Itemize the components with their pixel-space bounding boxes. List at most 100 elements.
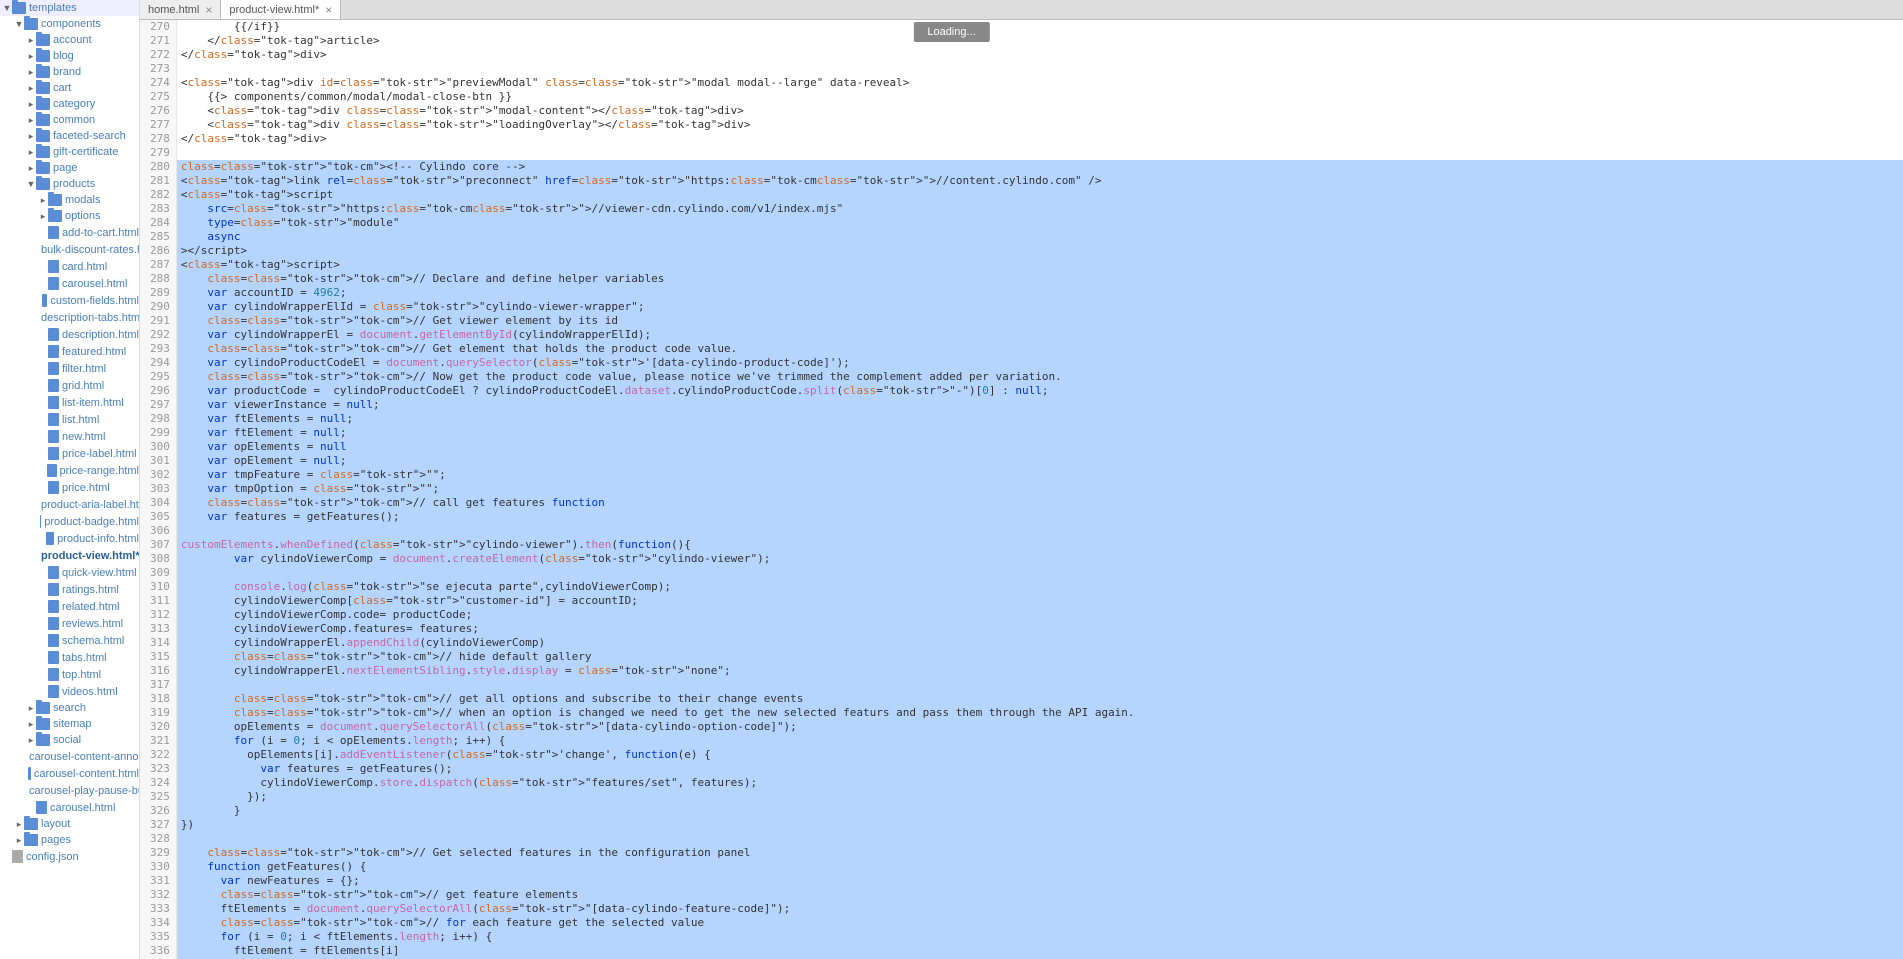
code-line[interactable]: ></​script> — [181, 244, 1903, 258]
code-line[interactable]: type=class="tok-str">"module" — [181, 216, 1903, 230]
code-line[interactable]: var features = getFeatures(); — [181, 510, 1903, 524]
tree-toggle-icon[interactable]: ▸ — [26, 719, 36, 730]
folder-gift-certificate[interactable]: ▸gift-certificate — [0, 144, 139, 160]
file-product-info.html[interactable]: product-info.html — [0, 530, 139, 547]
code-line[interactable] — [181, 678, 1903, 692]
code-line[interactable] — [181, 146, 1903, 160]
code-line[interactable] — [181, 62, 1903, 76]
code-line[interactable]: class=class="tok-str">"tok-cm">// Get se… — [181, 846, 1903, 860]
file-carousel-content.html[interactable]: carousel-content.html — [0, 765, 139, 782]
file-grid.html[interactable]: grid.html — [0, 377, 139, 394]
file-product-aria-label.html[interactable]: product-aria-label.html — [0, 496, 139, 513]
folder-sitemap[interactable]: ▸sitemap — [0, 716, 139, 732]
code-line[interactable]: }) — [181, 818, 1903, 832]
code-line[interactable]: </class="tok-tag">article> — [181, 34, 1903, 48]
folder-common[interactable]: ▸common — [0, 112, 139, 128]
code-line[interactable]: var productCode = cylindoProductCodeEl ?… — [181, 384, 1903, 398]
tree-toggle-icon[interactable]: ▸ — [14, 819, 24, 830]
code-line[interactable]: <class="tok-tag">link rel=class="tok-str… — [181, 174, 1903, 188]
code-line[interactable]: var accountID = 4962; — [181, 286, 1903, 300]
code-line[interactable]: class=class="tok-str">"tok-cm">// Declar… — [181, 272, 1903, 286]
file-description.html[interactable]: description.html — [0, 326, 139, 343]
code-line[interactable]: class=class="tok-str">"tok-cm"><!-- Cyli… — [181, 160, 1903, 174]
folder-social[interactable]: ▸social — [0, 732, 139, 748]
code-line[interactable]: <class="tok-tag">div id=class="tok-str">… — [181, 76, 1903, 90]
file-product-view.html*[interactable]: product-view.html* — [0, 547, 139, 564]
code-line[interactable]: ftElement = ftElements[i] — [181, 944, 1903, 958]
folder-category[interactable]: ▸category — [0, 96, 139, 112]
code-line[interactable]: src=class="tok-str">"https:class="tok-cm… — [181, 202, 1903, 216]
code-line[interactable] — [181, 566, 1903, 580]
code-line[interactable]: cylindoWrapperEl.appendChild(cylindoView… — [181, 636, 1903, 650]
file-custom-fields.html[interactable]: custom-fields.html — [0, 292, 139, 309]
file-quick-view.html[interactable]: quick-view.html — [0, 564, 139, 581]
code-line[interactable]: async — [181, 230, 1903, 244]
file-config.json[interactable]: config.json — [0, 848, 139, 865]
file-price-label.html[interactable]: price-label.html — [0, 445, 139, 462]
folder-products[interactable]: ▼products — [0, 176, 139, 192]
tree-toggle-icon[interactable]: ▸ — [38, 195, 48, 206]
tree-toggle-icon[interactable]: ▸ — [26, 115, 36, 126]
tree-toggle-icon[interactable]: ▸ — [26, 51, 36, 62]
code-line[interactable]: var ftElement = null; — [181, 426, 1903, 440]
folder-faceted-search[interactable]: ▸faceted-search — [0, 128, 139, 144]
tree-toggle-icon[interactable]: ▼ — [14, 19, 24, 29]
code-line[interactable]: var features = getFeatures(); — [181, 762, 1903, 776]
tree-toggle-icon[interactable]: ▸ — [26, 163, 36, 174]
code-editor[interactable]: 2702712722732742752762772782792802812822… — [140, 20, 1903, 959]
folder-pages[interactable]: ▸pages — [0, 832, 139, 848]
code-line[interactable]: class=class="tok-str">"tok-cm">// Now ge… — [181, 370, 1903, 384]
code-line[interactable]: cylindoViewerComp.features= features; — [181, 622, 1903, 636]
code-line[interactable]: class=class="tok-str">"tok-cm">// for ea… — [181, 916, 1903, 930]
code-line[interactable]: cylindoViewerComp[class="tok-str">"custo… — [181, 594, 1903, 608]
code-line[interactable]: var ftElements = null; — [181, 412, 1903, 426]
file-carousel.html[interactable]: carousel.html — [0, 275, 139, 292]
tree-toggle-icon[interactable]: ▸ — [26, 703, 36, 714]
code-line[interactable]: <class="tok-tag">script> — [181, 258, 1903, 272]
code-line[interactable]: var newFeatures = {}; — [181, 874, 1903, 888]
code-line[interactable]: var cylindoViewerComp = document.createE… — [181, 552, 1903, 566]
code-line[interactable]: cylindoViewerComp.store.dispatch(class="… — [181, 776, 1903, 790]
file-price-range.html[interactable]: price-range.html — [0, 462, 139, 479]
file-carousel-content-announcement.html[interactable]: carousel-content-announcement.html — [0, 748, 139, 765]
tree-toggle-icon[interactable]: ▸ — [26, 35, 36, 46]
code-line[interactable]: var cylindoWrapperEl = document.getEleme… — [181, 328, 1903, 342]
tab-home.html[interactable]: home.html× — [140, 0, 221, 19]
code-line[interactable]: class=class="tok-str">"tok-cm">// Get el… — [181, 342, 1903, 356]
file-carousel-play-pause-button.html[interactable]: carousel-play-pause-button.html — [0, 782, 139, 799]
code-line[interactable]: var opElement = null; — [181, 454, 1903, 468]
tree-toggle-icon[interactable]: ▸ — [38, 211, 48, 222]
code-line[interactable]: console.log(class="tok-str">"se ejecuta … — [181, 580, 1903, 594]
file-featured.html[interactable]: featured.html — [0, 343, 139, 360]
code-line[interactable] — [181, 832, 1903, 846]
folder-layout[interactable]: ▸layout — [0, 816, 139, 832]
file-description-tabs.html[interactable]: description-tabs.html — [0, 309, 139, 326]
code-line[interactable]: class=class="tok-str">"tok-cm">// get fe… — [181, 888, 1903, 902]
tree-toggle-icon[interactable]: ▸ — [26, 147, 36, 158]
code-line[interactable] — [181, 524, 1903, 538]
tree-toggle-icon[interactable]: ▸ — [14, 835, 24, 846]
file-list-item.html[interactable]: list-item.html — [0, 394, 139, 411]
file-bulk-discount-rates.html[interactable]: bulk-discount-rates.html — [0, 241, 139, 258]
tree-toggle-icon[interactable]: ▼ — [2, 3, 12, 13]
file-tabs.html[interactable]: tabs.html — [0, 649, 139, 666]
code-line[interactable]: var tmpFeature = class="tok-str">""; — [181, 468, 1903, 482]
file-price.html[interactable]: price.html — [0, 479, 139, 496]
tab-product-view.html*[interactable]: product-view.html*× — [221, 0, 341, 19]
code-line[interactable]: class=class="tok-str">"tok-cm">// call g… — [181, 496, 1903, 510]
tree-toggle-icon[interactable]: ▸ — [26, 83, 36, 94]
code-line[interactable]: <class="tok-tag">div class=class="tok-st… — [181, 104, 1903, 118]
folder-modals[interactable]: ▸modals — [0, 192, 139, 208]
code-line[interactable]: for (i = 0; i < opElements.length; i++) … — [181, 734, 1903, 748]
close-icon[interactable]: × — [325, 3, 332, 17]
folder-page[interactable]: ▸page — [0, 160, 139, 176]
tree-toggle-icon[interactable]: ▸ — [26, 99, 36, 110]
file-carousel.html[interactable]: carousel.html — [0, 799, 139, 816]
code-line[interactable]: {{> components/common/modal/modal-close-… — [181, 90, 1903, 104]
code-line[interactable]: {{/if}} — [181, 20, 1903, 34]
tree-toggle-icon[interactable]: ▼ — [26, 179, 36, 189]
code-line[interactable]: <class="tok-tag">div class=class="tok-st… — [181, 118, 1903, 132]
close-icon[interactable]: × — [205, 3, 212, 17]
code-line[interactable]: }); — [181, 790, 1903, 804]
folder-components[interactable]: ▼components — [0, 16, 139, 32]
